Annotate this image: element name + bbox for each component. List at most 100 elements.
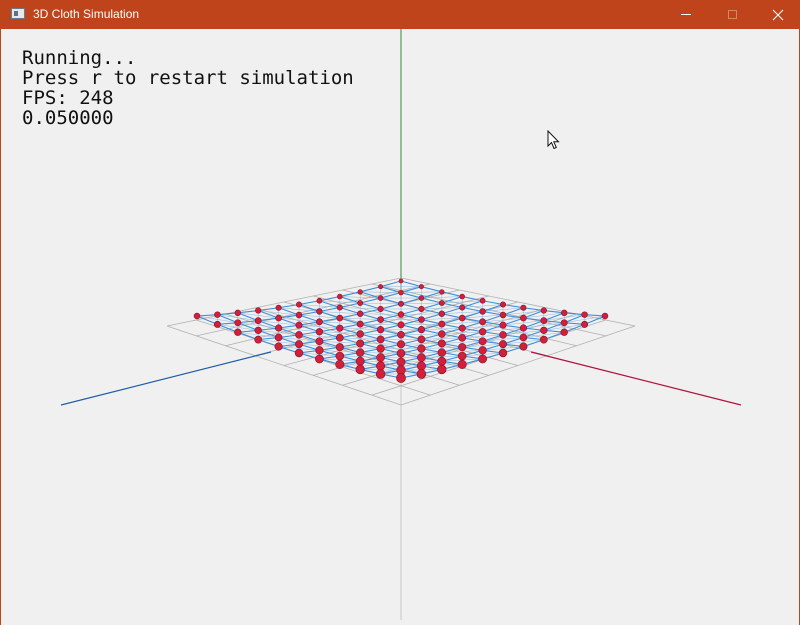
cloth-mass-node	[234, 328, 242, 336]
cloth-mass-node	[437, 356, 447, 366]
cloth-mass-node	[275, 304, 282, 311]
cloth-spring	[360, 286, 381, 293]
cloth-mass-node	[439, 289, 445, 295]
cloth-mass-node	[355, 356, 365, 366]
hud-overlay: Running... Press r to restart simulation…	[22, 48, 354, 128]
cloth-mass-node	[519, 333, 528, 342]
cloth-mass-node	[458, 343, 467, 352]
cloth-mass-node	[418, 305, 425, 313]
cloth-mass-node	[417, 326, 426, 334]
cloth-mass-node	[316, 297, 323, 304]
close-button[interactable]	[755, 0, 800, 29]
cloth-mass-node	[355, 364, 365, 375]
cloth-mass-node	[254, 335, 263, 344]
cloth-mass-node	[398, 300, 404, 307]
minimize-button[interactable]	[663, 0, 709, 29]
cloth-mass-node	[457, 359, 467, 369]
cloth-spring	[400, 292, 422, 299]
cloth-mass-node	[438, 320, 446, 328]
cloth-mass-node	[540, 307, 547, 314]
status-text: Running...	[22, 47, 137, 69]
cloth-mass-node	[458, 334, 467, 342]
cloth-mass-node	[193, 312, 201, 320]
cloth-mass-node	[315, 328, 324, 336]
cloth-mass-node	[356, 320, 364, 328]
cloth-mass-node	[418, 295, 425, 301]
fps-counter: FPS: 248	[22, 87, 114, 109]
maximize-icon	[727, 10, 737, 19]
cloth-mass-node	[438, 310, 445, 317]
cloth-mass-node	[500, 301, 506, 308]
cloth-mass-node	[275, 314, 282, 322]
cloth-mass-node	[398, 289, 404, 296]
cloth-mass-node	[478, 354, 487, 364]
cloth-mass-node	[295, 321, 303, 329]
cloth-mass-node	[437, 339, 446, 348]
cloth-mass-node	[397, 321, 405, 329]
cloth-mass-node	[478, 346, 487, 355]
cloth-mass-node	[458, 314, 466, 322]
cloth-mass-node	[375, 369, 386, 379]
cloth-mass-node	[376, 344, 385, 353]
cloth-mass-node	[581, 311, 588, 318]
cloth-mass-node	[417, 344, 426, 353]
cloth-mass-node	[561, 309, 568, 317]
cloth-mass-node	[520, 314, 527, 322]
cloth-mass-node	[295, 311, 303, 319]
cloth-mass-node	[418, 284, 424, 290]
cloth-mass-node	[499, 340, 507, 349]
cloth-mass-node	[337, 293, 343, 300]
cloth-mass-node	[396, 357, 406, 367]
cloth-mass-node	[479, 318, 487, 326]
x-axis-line	[530, 351, 742, 406]
cloth-spring	[339, 291, 361, 298]
cloth-mass-node	[479, 297, 486, 304]
cloth-mass-node	[315, 346, 324, 355]
cloth-mass-node	[397, 311, 405, 318]
cloth-spring	[380, 292, 402, 299]
cloth-spring	[502, 303, 524, 309]
cloth-mass-node	[335, 343, 344, 352]
cloth-mass-node	[437, 364, 447, 375]
cloth-mass-node	[539, 335, 548, 344]
cloth-mass-node	[336, 324, 344, 332]
cloth-mass-node	[356, 348, 365, 357]
cloth-mass-node	[458, 324, 466, 332]
cloth-mass-node	[560, 319, 568, 327]
cloth-spring	[400, 297, 422, 305]
app-icon	[11, 8, 25, 19]
cloth-mass-node	[254, 326, 262, 334]
title-bar[interactable]: 3D Cloth Simulation	[1, 0, 800, 29]
cloth-mass-node	[213, 320, 221, 328]
minimize-icon	[681, 14, 691, 15]
maximize-button[interactable]	[709, 0, 755, 29]
timestep-value: 0.050000	[22, 107, 114, 129]
cloth-mass-node	[438, 300, 445, 306]
cloth-mass-node	[294, 348, 304, 358]
cloth-mass-node	[356, 330, 364, 338]
cloth-mass-node	[295, 331, 303, 339]
cloth-mass-node	[396, 349, 406, 358]
close-icon	[772, 9, 784, 20]
cloth-mass-node	[274, 342, 283, 351]
cloth-mass-node	[315, 318, 323, 326]
cloth-spring	[441, 291, 463, 298]
cloth-mass-node	[560, 328, 568, 336]
cloth-spring	[380, 303, 402, 310]
cloth-mass-node	[357, 300, 364, 306]
cloth-mass-node	[376, 326, 385, 334]
cloth-mass-node	[316, 308, 323, 315]
cloth-spring	[421, 286, 442, 293]
cloth-mass-node	[234, 319, 242, 327]
cloth-mass-node	[336, 304, 343, 311]
cloth-mass-node	[396, 373, 406, 383]
cloth-mass-node	[315, 354, 324, 364]
cloth-mass-node	[457, 351, 467, 361]
cloth-mass-node	[540, 317, 548, 325]
cloth-mass-node	[376, 335, 385, 344]
cloth-mass-node	[459, 293, 465, 300]
cloth-mass-node	[581, 320, 589, 328]
cloth-mass-node	[378, 284, 384, 290]
cloth-mass-node	[275, 324, 283, 332]
cloth-mass-node	[357, 289, 363, 295]
